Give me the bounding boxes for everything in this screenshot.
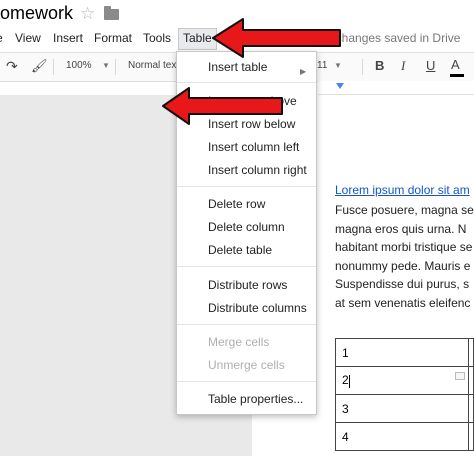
title-bar: omework ☆ <box>0 0 474 28</box>
menu-item-unmerge-cells: Unmerge cells <box>208 358 285 372</box>
paint-format-icon[interactable]: 🖌 <box>31 58 48 74</box>
table-cell-active[interactable]: 2 <box>334 366 470 395</box>
menu-format[interactable]: Format <box>94 31 132 45</box>
menu-divider <box>177 324 316 325</box>
text-cursor <box>348 374 350 388</box>
menu-item-delete-table[interactable]: Delete table <box>208 243 272 257</box>
menu-divider <box>177 186 316 187</box>
table-cell-text: 2 <box>342 373 349 388</box>
menu-item-insert-column-right[interactable]: Insert column right <box>208 163 307 177</box>
bold-button[interactable]: B <box>375 58 384 73</box>
paragraph-line: Fusce posuere, magna se <box>335 203 474 217</box>
menu-help[interactable]: Help <box>279 31 304 45</box>
redo-icon[interactable]: ↷ <box>6 58 18 75</box>
save-status: All changes saved in Drive <box>319 31 461 45</box>
text-color-button[interactable]: A <box>451 57 460 72</box>
document-link[interactable]: Lorem ipsum dolor sit am <box>335 183 470 197</box>
table-menu-dropdown: Insert table ▶ Insert row above Insert r… <box>176 51 317 415</box>
table-row: 3 <box>334 394 474 423</box>
underline-button[interactable]: U <box>426 58 435 73</box>
table-cell[interactable] <box>468 422 474 451</box>
paragraph-line: Suspendisse dui purus, s <box>335 277 470 291</box>
star-icon[interactable]: ☆ <box>80 4 95 24</box>
menu-divider <box>177 381 316 382</box>
table-cell[interactable] <box>468 338 474 367</box>
zoom-select[interactable]: 100% <box>66 60 92 71</box>
italic-button[interactable]: I <box>401 58 405 74</box>
menu-item-insert-column-left[interactable]: Insert column left <box>208 140 299 154</box>
ruler <box>318 81 474 95</box>
menu-divider <box>177 82 316 83</box>
document-table: 1 2 3 4 <box>334 338 474 451</box>
menu-item-insert-table[interactable]: Insert table <box>208 60 267 74</box>
menu-file-fragment[interactable]: e <box>0 31 3 45</box>
menu-item-delete-column[interactable]: Delete column <box>208 220 285 234</box>
menu-item-distribute-rows[interactable]: Distribute rows <box>208 278 287 292</box>
submenu-arrow-icon: ▶ <box>300 67 307 76</box>
menu-item-delete-row[interactable]: Delete row <box>208 197 265 211</box>
menu-item-insert-row-below[interactable]: Insert row below <box>208 117 295 131</box>
menu-item-insert-row-above[interactable]: Insert row above <box>208 94 297 108</box>
chevron-down-icon[interactable]: ▼ <box>334 61 342 70</box>
table-row: 1 <box>334 338 474 367</box>
menu-bar: e View Insert Format Tools Table Help Al… <box>0 28 474 50</box>
menu-insert[interactable]: Insert <box>53 31 83 45</box>
menu-item-table-properties[interactable]: Table properties... <box>208 392 303 406</box>
paragraph-line: at sem venenatis eleifenc <box>335 296 471 310</box>
text-color-indicator <box>450 74 464 77</box>
folder-icon[interactable] <box>104 6 119 20</box>
table-cell[interactable] <box>468 394 474 423</box>
table-cell[interactable]: 1 <box>334 338 470 367</box>
cell-dropdown-handle[interactable] <box>455 372 465 380</box>
toolbar-divider <box>362 59 363 75</box>
paragraph-line: magna eros quis urna. N <box>335 222 467 236</box>
menu-table[interactable]: Table <box>178 28 217 50</box>
toolbar-divider <box>115 59 116 75</box>
indent-marker[interactable] <box>336 83 344 89</box>
menu-view[interactable]: View <box>15 31 41 45</box>
table-row: 4 <box>334 422 474 451</box>
chevron-down-icon[interactable]: ▼ <box>102 61 110 70</box>
document-title[interactable]: omework <box>0 3 73 24</box>
style-select[interactable]: Normal tex <box>128 60 176 71</box>
table-cell[interactable] <box>468 366 474 395</box>
menu-item-merge-cells: Merge cells <box>208 335 270 349</box>
menu-divider <box>177 266 316 267</box>
paragraph-line: nonummy pede. Mauris e <box>335 259 471 273</box>
menu-item-distribute-columns[interactable]: Distribute columns <box>208 301 307 315</box>
table-cell[interactable]: 3 <box>334 394 470 423</box>
table-cell[interactable]: 4 <box>334 422 470 451</box>
toolbar-divider <box>53 59 54 75</box>
paragraph-line: habitant morbi tristique se <box>335 240 473 254</box>
font-size-select[interactable]: 11 <box>317 60 327 71</box>
table-row: 2 <box>334 366 474 395</box>
menu-tools[interactable]: Tools <box>143 31 171 45</box>
